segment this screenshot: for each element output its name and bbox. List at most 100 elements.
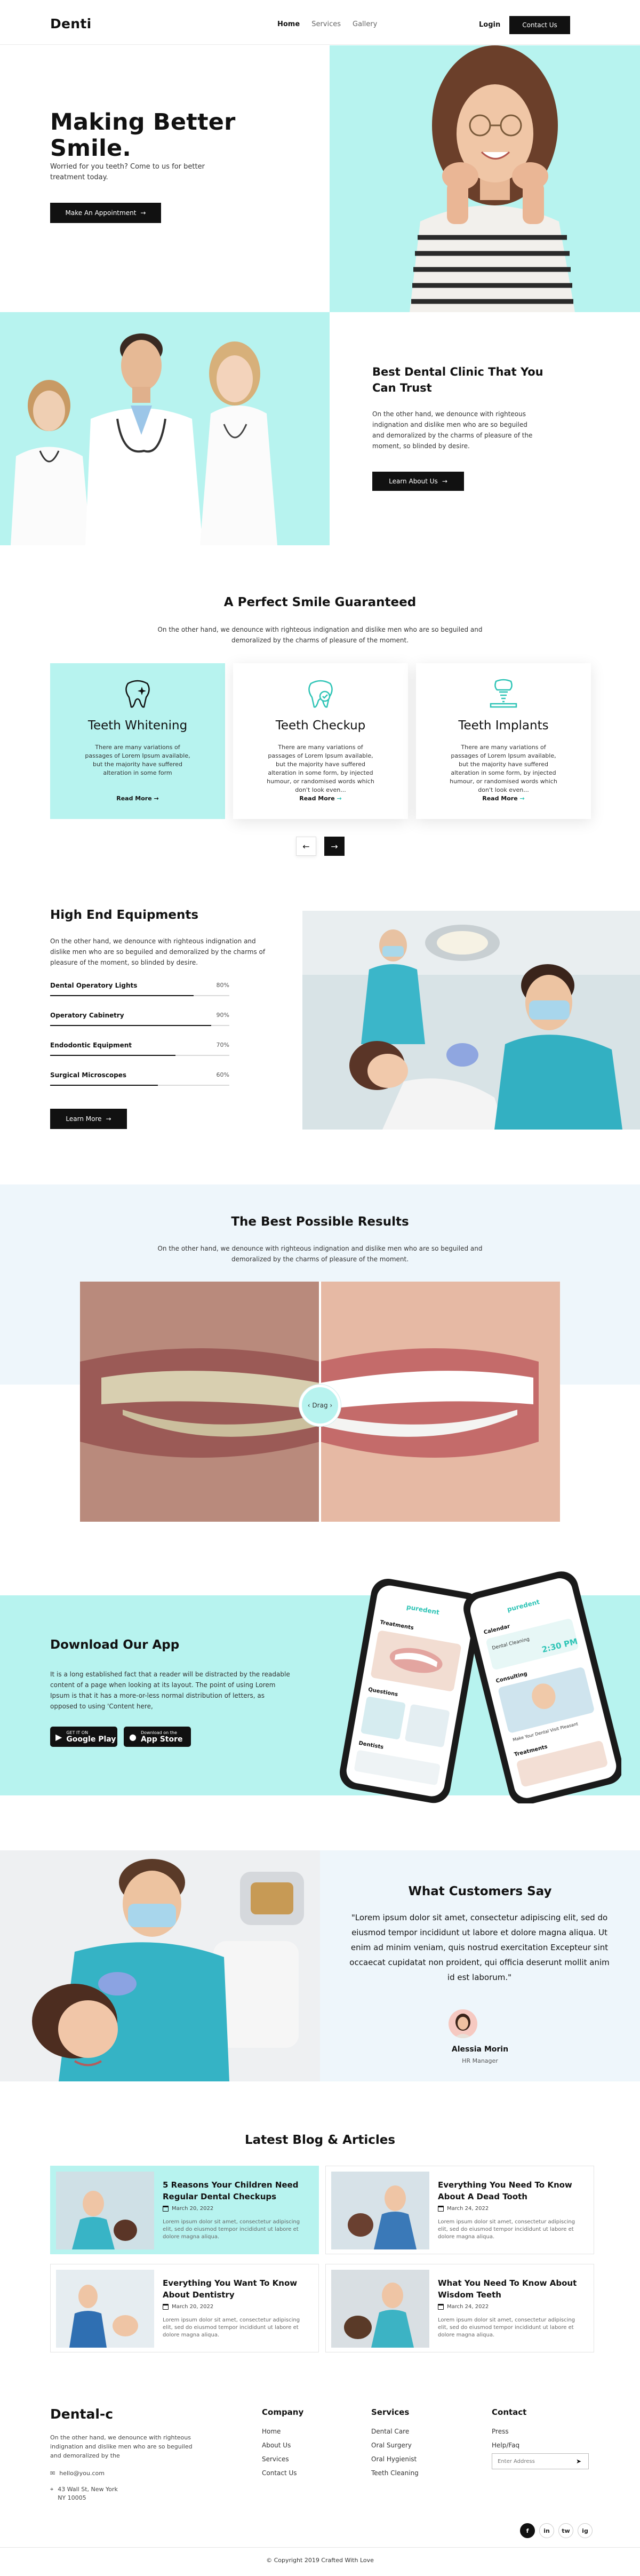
hero-woman-photo: [330, 45, 640, 312]
avatar: [449, 2009, 477, 2038]
footer-address-line1: 43 Wall St, New York: [58, 2486, 118, 2493]
footer-text: On the other hand, we denounce with righ…: [50, 2434, 193, 2459]
skill-bar: Endodontic Equipment 70%: [50, 1041, 229, 1056]
read-more-label: Read More: [482, 795, 518, 802]
blog-card-text: Lorem ipsum dolor sit amet, consectetur …: [163, 2317, 300, 2338]
blog-card[interactable]: Everything You Want To Know About Dentis…: [50, 2264, 319, 2352]
read-more-link[interactable]: Read More →: [233, 795, 408, 802]
carousel-next-button[interactable]: →: [324, 837, 345, 856]
footer-link-services[interactable]: Services: [262, 2452, 303, 2466]
site-logo[interactable]: Denti: [50, 16, 92, 31]
drag-handle[interactable]: ‹ Drag ›: [299, 1385, 341, 1426]
tooth-implant-icon: [490, 679, 517, 708]
arrow-right-icon: →: [140, 209, 146, 217]
carousel-prev-button[interactable]: ←: [296, 837, 316, 856]
learn-about-us-button[interactable]: Learn About Us →: [372, 472, 464, 491]
learn-more-button[interactable]: Learn More →: [50, 1109, 127, 1129]
skill-bar-percent: 70%: [216, 1041, 229, 1048]
testimonial-title: What Customers Say: [408, 1885, 552, 1898]
blog-card-title[interactable]: Everything You Want To Know About Dentis…: [163, 2277, 307, 2301]
skill-bar: Surgical Microscopes 60%: [50, 1071, 229, 1086]
login-link[interactable]: Login: [479, 21, 500, 29]
app-store-button[interactable]: ● Download on the App Store: [124, 1727, 191, 1747]
make-appointment-button[interactable]: Make An Appointment →: [50, 203, 161, 223]
linkedin-icon[interactable]: in: [539, 2523, 554, 2538]
testimonial-name: Alessia Morin: [451, 2045, 509, 2054]
skill-bar: Dental Operatory Lights 80%: [50, 982, 229, 996]
service-card-whitening[interactable]: Teeth Whitening There are many variation…: [50, 663, 225, 819]
blog-thumbnail: [56, 2270, 154, 2348]
testimonial-quote: "Lorem ipsum dolor sit amet, consectetur…: [349, 1913, 610, 1982]
service-card-text: There are many variations of passages of…: [450, 744, 557, 793]
footer-link-contact[interactable]: Contact Us: [262, 2466, 303, 2480]
footer-contact-column: Contact Press Help/Faq: [492, 2407, 526, 2452]
service-card-title: Teeth Whitening: [87, 719, 188, 733]
arrow-right-icon: →: [519, 795, 525, 802]
skill-bar-label: Operatory Cabinetry: [50, 1012, 124, 1019]
doctors-team-photo: [0, 312, 330, 545]
footer-address: ⌖ 43 Wall St, New York NY 10005: [50, 2485, 118, 2502]
blog-card-title[interactable]: What You Need To Know About Wisdom Teeth: [438, 2277, 582, 2301]
blog-card[interactable]: Everything You Need To Know About A Dead…: [325, 2166, 594, 2254]
equipment-text: On the other hand, we denounce with righ…: [50, 937, 266, 966]
footer-link-oral-surgery[interactable]: Oral Surgery: [371, 2438, 419, 2452]
footer-email[interactable]: ✉ hello@you.com: [50, 2469, 105, 2478]
blog-card-date: March 20, 2022: [163, 2206, 213, 2212]
facebook-icon[interactable]: f: [520, 2523, 535, 2538]
chevron-right-icon: ›: [330, 1402, 333, 1409]
blog-card-title[interactable]: 5 Reasons Your Children Need Regular Den…: [163, 2179, 307, 2203]
nav-home[interactable]: Home: [277, 20, 300, 28]
skill-bar-label: Dental Operatory Lights: [50, 982, 138, 989]
services-title: A Perfect Smile Guaranteed: [223, 595, 417, 609]
calendar-icon: [438, 2304, 444, 2310]
footer-link-about[interactable]: About Us: [262, 2438, 303, 2452]
read-more-link[interactable]: Read More →: [50, 795, 225, 802]
results-subtitle: On the other hand, we denounce with righ…: [157, 1245, 483, 1263]
read-more-link[interactable]: Read More →: [416, 795, 591, 802]
hero-subtitle: Worried for you teeth? Come to us for be…: [50, 163, 205, 181]
footer-contact-heading: Contact: [492, 2407, 527, 2417]
blog-card-date: March 24, 2022: [438, 2304, 489, 2310]
arrow-right-icon: →: [337, 795, 342, 802]
send-icon[interactable]: ➤: [576, 2458, 581, 2465]
service-card-checkup[interactable]: Teeth Checkup There are many variations …: [233, 663, 408, 819]
instagram-icon[interactable]: ig: [578, 2523, 593, 2538]
site-header: Denti Home Services Gallery Login Contac…: [0, 0, 640, 45]
blog-title: Latest Blog & Articles: [244, 2133, 396, 2147]
blog-date-text: March 20, 2022: [172, 2304, 214, 2310]
blog-card[interactable]: What You Need To Know About Wisdom Teeth…: [325, 2264, 594, 2352]
service-card-title: Teeth Implants: [458, 719, 549, 733]
services-subtitle: On the other hand, we denounce with righ…: [157, 626, 483, 644]
service-card-implants[interactable]: Teeth Implants There are many variations…: [416, 663, 591, 819]
footer-link-press[interactable]: Press: [492, 2424, 526, 2438]
learn-more-label: Learn More: [66, 1115, 102, 1123]
dental-procedure-photo: [302, 911, 640, 1130]
footer-link-home[interactable]: Home: [262, 2424, 303, 2438]
footer-link-dental-care[interactable]: Dental Care: [371, 2424, 419, 2438]
hero-title-line2: Smile.: [50, 135, 131, 162]
skill-bar-fill: [50, 995, 194, 996]
tooth-check-icon: [308, 680, 333, 708]
footer-link-help[interactable]: Help/Faq: [492, 2438, 526, 2452]
blog-card-title[interactable]: Everything You Need To Know About A Dead…: [438, 2179, 582, 2203]
blog-card-text: Lorem ipsum dolor sit amet, consectetur …: [438, 2317, 575, 2338]
blog-card-date: March 20, 2022: [163, 2304, 213, 2310]
make-appointment-label: Make An Appointment: [65, 209, 137, 217]
contact-us-button[interactable]: Contact Us: [509, 16, 570, 34]
footer-company-column: Company Home About Us Services Contact U…: [262, 2407, 303, 2480]
nav-gallery[interactable]: Gallery: [353, 20, 377, 28]
dentist-patient-photo: [0, 1850, 320, 2081]
landing-page: Denti Home Services Gallery Login Contac…: [0, 0, 640, 2576]
google-play-button[interactable]: ▶ GET IT ON Google Play: [50, 1727, 117, 1747]
footer-email-input[interactable]: Enter Address: [492, 2453, 589, 2469]
footer-logo[interactable]: Dental-c: [50, 2406, 113, 2422]
skill-bar: Operatory Cabinetry 90%: [50, 1012, 229, 1026]
blog-thumbnail: [331, 2270, 429, 2348]
footer-link-teeth-cleaning[interactable]: Teeth Cleaning: [371, 2466, 419, 2480]
footer-link-oral-hygienist[interactable]: Oral Hygienist: [371, 2452, 419, 2466]
twitter-icon[interactable]: tw: [558, 2523, 573, 2538]
blog-card[interactable]: 5 Reasons Your Children Need Regular Den…: [50, 2166, 319, 2254]
tooth-sparkle-icon: [125, 680, 150, 708]
skill-bar-fill: [50, 1025, 212, 1026]
nav-services[interactable]: Services: [311, 20, 341, 28]
